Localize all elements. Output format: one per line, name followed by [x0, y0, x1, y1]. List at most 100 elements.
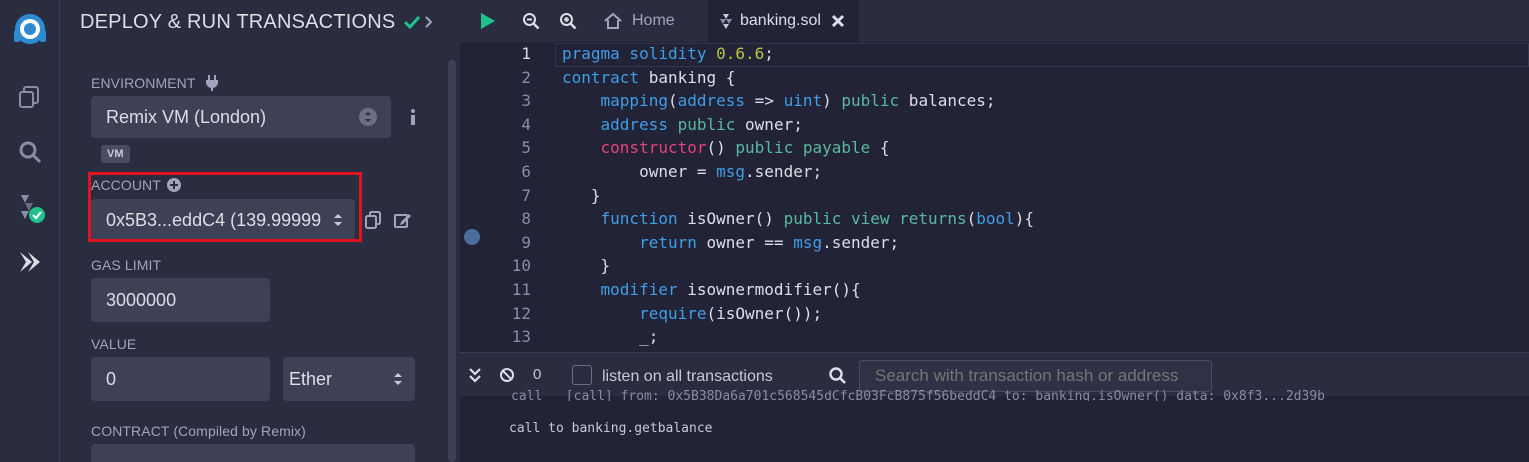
close-icon[interactable] — [831, 14, 845, 28]
edit-icon[interactable] — [394, 211, 412, 229]
code-line: _; — [562, 327, 658, 346]
line-number: 13 — [511, 327, 531, 347]
select-arrows-icon — [359, 108, 377, 126]
value-label: VALUE — [91, 336, 137, 352]
solidity-compiler-icon[interactable] — [0, 186, 60, 230]
check-icon — [403, 14, 421, 30]
icon-rail — [0, 0, 60, 462]
editor-tabbar: Home banking.sol — [460, 0, 1529, 42]
code-line: pragma solidity 0.6.6; — [562, 44, 774, 63]
code-token: owner; — [735, 114, 803, 134]
contract-select[interactable] — [91, 444, 415, 462]
copy-icon[interactable] — [365, 211, 381, 229]
value-unit-select[interactable]: Ether — [283, 357, 415, 401]
code-token: isOwner() — [677, 209, 784, 229]
line-number: 4 — [521, 114, 531, 134]
code-line: } — [562, 256, 611, 276]
panel-scrollbar[interactable] — [447, 60, 457, 462]
line-number: 5 — [521, 138, 531, 158]
select-arrows-icon — [393, 371, 403, 387]
code-token: (isOwner()); — [706, 303, 823, 323]
code-token: ( — [966, 209, 977, 229]
collapse-terminal-icon[interactable] — [468, 367, 482, 383]
tab-home-label: Home — [632, 12, 675, 29]
search-icon[interactable] — [0, 130, 60, 174]
tab-banking-sol-label: banking.sol — [740, 12, 821, 29]
code-token: modifier — [600, 280, 678, 299]
run-play-icon[interactable] — [475, 9, 499, 33]
code-token: } — [562, 256, 611, 276]
code-token: address — [677, 91, 746, 111]
code-line: owner = msg.sender; — [562, 162, 822, 181]
value-unit: Ether — [289, 368, 333, 389]
code-token: isownermodifier(){ — [677, 280, 861, 299]
remix-logo-icon[interactable] — [0, 6, 60, 54]
code-token: uint — [783, 91, 823, 111]
code-line: function isOwner() public view returns(b… — [562, 209, 1035, 229]
value-amount: 0 — [106, 368, 117, 389]
info-icon[interactable] — [407, 107, 419, 127]
panel-title: DEPLOY & RUN TRANSACTIONS — [80, 8, 421, 36]
zoom-out-icon[interactable] — [519, 9, 543, 33]
line-number: 10 — [511, 256, 531, 276]
code-token: bool — [976, 209, 1015, 229]
contract-note: (Compiled by Remix) — [173, 423, 306, 439]
code-editor: Home banking.sol 1 2 3 4 5 6 7 8 9 10 11 12 13 pragma… — [460, 0, 1529, 352]
gas-limit-input[interactable]: 3000000 — [91, 278, 270, 322]
contract-label-text: CONTRACT — [91, 423, 170, 439]
code-token: .sender; — [745, 162, 823, 181]
code-token: ; — [764, 44, 774, 63]
zoom-in-icon[interactable] — [556, 9, 580, 33]
deploy-run-panel: DEPLOY & RUN TRANSACTIONS ENVIRONMENT Re… — [60, 0, 460, 462]
code-token: mapping — [600, 91, 668, 111]
deploy-run-icon[interactable] — [0, 240, 60, 284]
code-line: mapping(address => uint) public balances… — [562, 91, 996, 110]
code-line: contract banking { — [562, 68, 735, 87]
code-token: owner = — [562, 162, 717, 181]
code-token: msg — [716, 162, 746, 181]
account-select[interactable]: 0x5B3...eddC4 (139.999999 — [91, 199, 355, 241]
log-line-partial: call [call] from: 0x5B38Da6a701c568545dC… — [511, 389, 1325, 401]
listen-label: listen on all transactions — [602, 368, 773, 385]
code-token: ){ — [1014, 209, 1035, 229]
plus-circle-icon[interactable] — [166, 178, 181, 192]
code-token: public view returns — [783, 209, 967, 229]
chevron-right-icon[interactable] — [422, 12, 436, 32]
scrollbar-thumb[interactable] — [448, 60, 456, 462]
code-token: } — [562, 185, 601, 205]
code-token: public payable — [735, 138, 871, 158]
listen-checkbox[interactable] — [572, 365, 592, 385]
plug-icon — [204, 75, 220, 91]
code-area[interactable]: 1 2 3 4 5 6 7 8 9 10 11 12 13 pragma solidity 0.6.6; c… — [460, 42, 1529, 352]
pending-tx-count: 0 — [533, 366, 542, 383]
file-explorer-icon[interactable] — [0, 75, 60, 119]
code-line: } — [562, 186, 601, 205]
account-label-text: ACCOUNT — [91, 177, 161, 193]
code-line: address public owner; — [562, 115, 803, 134]
solidity-file-icon — [720, 13, 732, 29]
tab-home[interactable]: Home — [592, 0, 706, 42]
code-token: address — [600, 114, 668, 134]
environment-label: ENVIRONMENT — [91, 75, 220, 91]
value-input[interactable]: 0 — [91, 357, 270, 401]
line-number: 7 — [521, 185, 531, 205]
gas-limit-label: GAS LIMIT — [91, 257, 162, 273]
search-icon — [829, 367, 847, 385]
clear-console-icon[interactable] — [499, 367, 515, 383]
line-number: 8 — [521, 209, 531, 229]
code-token: _; — [562, 327, 659, 347]
code-token: contract — [562, 67, 649, 87]
environment-select[interactable]: Remix VM (London) — [91, 96, 391, 138]
environment-label-text: ENVIRONMENT — [91, 75, 196, 91]
transaction-search-input[interactable] — [859, 360, 1212, 392]
line-number: 11 — [511, 280, 531, 299]
tab-banking-sol[interactable]: banking.sol — [708, 0, 859, 42]
code-token: 0.6.6 — [716, 44, 765, 63]
select-arrows-icon — [333, 212, 343, 228]
